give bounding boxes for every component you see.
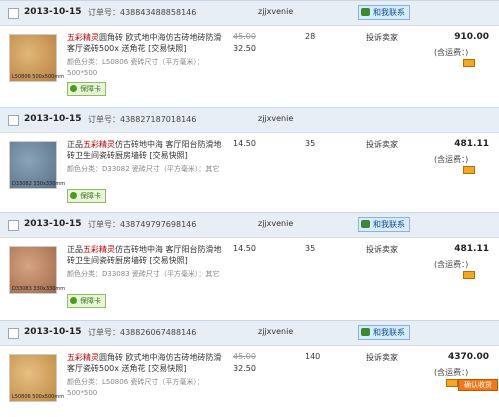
order-number: 438749797698146 [120,220,197,229]
contact-seller-label: 和我联系 [373,220,405,229]
contact-seller-button[interactable]: 和我联系 [358,325,410,340]
payment-icon [463,166,475,174]
order-number: 438843488858146 [120,8,197,17]
unit-price: 32.50 [233,364,256,373]
original-price: 45.00 [233,352,256,361]
guarantee-badge[interactable]: 保障卡 [67,294,106,308]
order-number-label: 订单号： [88,328,120,337]
chat-icon [361,328,370,336]
shipping-note: (含运费：) [434,155,469,164]
product-props: 颜色分类：L50806 瓷砖尺寸（平方毫米）：500*500 [67,58,204,77]
chat-icon [361,220,370,228]
order-header: 2013-10-15 订单号：438843488858146 zjjxvenie… [0,0,499,26]
order-checkbox[interactable] [8,328,19,339]
brand-name: 五彩精灵 [83,140,115,149]
order-number: 438826067488146 [120,328,197,337]
unit-price: 32.50 [233,44,256,53]
order-number-label: 订单号： [88,115,120,124]
quantity: 28 [305,32,316,41]
complain-link[interactable]: 投诉卖家 [366,244,398,255]
shipping-note: (含运费：) [434,368,469,377]
order-number: 438827187018146 [120,115,197,124]
shipping-note: (含运费：) [434,48,469,57]
payment-icon [446,379,458,387]
product-title[interactable]: 正品五彩精灵仿古砖地中海 客厅阳台防滑地砖卫生间瓷砖厨房墙砖 [交易快照] [67,139,227,161]
order-total: 910.00 [454,32,489,42]
unit-price: 14.50 [233,139,256,148]
seller-name[interactable]: zjjxvenie [258,114,293,123]
order-header: 2013-10-15 订单号：438826067488146 zjjxvenie… [0,320,499,346]
order-date: 2013-10-15 [24,219,82,229]
order-checkbox[interactable] [8,8,19,19]
seller-name[interactable]: zjjxvenie [258,7,293,16]
order-header: 2013-10-15 订单号：438749797698146 zjjxvenie… [0,212,499,238]
order-checkbox[interactable] [8,115,19,126]
product-thumbnail[interactable]: L50806 500x500mm [9,354,64,402]
order-date: 2013-10-15 [24,114,82,124]
order-card: 2013-10-15 订单号：438843488858146 zjjxvenie… [0,0,499,104]
product-title[interactable]: 五彩精灵圆角砖 欧式地中海仿古砖地砖防滑客厅瓷砖500x 送角花 [交易快照] [67,352,227,374]
order-number-label: 订单号： [88,8,120,17]
original-price: 45.00 [233,32,256,41]
product-props: 颜色分类：D33082 瓷砖尺寸（平方毫米）：其它 [67,165,220,173]
order-total: 4370.00 [448,352,489,362]
product-props: 颜色分类：D33083 瓷砖尺寸（平方毫米）：其它 [67,270,220,278]
confirm-receipt-button[interactable]: 确认收货 [458,379,498,391]
thumbnail-caption: D33082 330x330mm [12,181,66,187]
guarantee-label: 保障卡 [80,85,101,93]
unit-price: 14.50 [233,244,256,253]
payment-icon [463,59,475,67]
seller-name[interactable]: zjjxvenie [258,327,293,336]
order-card: 2013-10-15 订单号：438826067488146 zjjxvenie… [0,320,499,417]
brand-name: 五彩精灵 [83,245,115,254]
guarantee-badge[interactable]: 保障卡 [67,189,106,203]
product-thumbnail[interactable]: D33083 330x330mm [9,246,65,294]
quantity: 140 [305,352,321,361]
quantity: 35 [305,244,316,253]
complain-link[interactable]: 投诉卖家 [366,139,398,150]
contact-seller-button[interactable]: 和我联系 [358,5,410,20]
brand-name: 五彩精灵 [67,33,99,42]
order-header: 2013-10-15 订单号：438827187018146 zjjxvenie [0,107,499,133]
payment-icon [463,271,475,279]
shipping-note: (含运费：) [434,260,469,269]
order-date: 2013-10-15 [24,327,82,337]
title-prefix: 正品 [67,140,83,149]
guarantee-label: 保障卡 [80,297,101,305]
order-number-label: 订单号： [88,220,120,229]
product-title[interactable]: 正品五彩精灵仿古砖地中海 客厅阳台防滑地砖卫生间瓷砖厨房墙砖 [交易快照] [67,244,227,266]
brand-name: 五彩精灵 [67,353,99,362]
contact-seller-button[interactable]: 和我联系 [358,217,410,232]
product-thumbnail[interactable]: L50806 500x500mm [9,34,64,82]
product-thumbnail[interactable]: D33082 330x330mm [9,141,65,189]
order-date: 2013-10-15 [24,7,82,17]
title-prefix: 正品 [67,245,83,254]
guarantee-label: 保障卡 [80,192,101,200]
shield-icon [70,192,77,199]
thumbnail-caption: D33083 330x330mm [12,286,66,292]
thumbnail-caption: L50806 500x500mm [12,74,65,80]
order-checkbox[interactable] [8,220,19,231]
product-props: 颜色分类：L50806 瓷砖尺寸（平方毫米）：500*500 [67,378,204,397]
order-card: 2013-10-15 订单号：438749797698146 zjjxvenie… [0,212,499,312]
order-total: 481.11 [454,244,489,254]
complain-link[interactable]: 投诉卖家 [366,352,398,363]
complain-link[interactable]: 投诉卖家 [366,32,398,43]
order-total: 481.11 [454,139,489,149]
chat-icon [361,8,370,16]
contact-seller-label: 和我联系 [373,328,405,337]
shield-icon [70,297,77,304]
thumbnail-caption: L50806 500x500mm [12,394,65,400]
contact-seller-label: 和我联系 [373,8,405,17]
shield-icon [70,85,77,92]
quantity: 35 [305,139,316,148]
product-title[interactable]: 五彩精灵圆角砖 欧式地中海仿古砖地砖防滑客厅瓷砖500x 送角花 [交易快照] [67,32,227,54]
order-card: 2013-10-15 订单号：438827187018146 zjjxvenie… [0,107,499,207]
seller-name[interactable]: zjjxvenie [258,219,293,228]
guarantee-badge[interactable]: 保障卡 [67,82,106,96]
